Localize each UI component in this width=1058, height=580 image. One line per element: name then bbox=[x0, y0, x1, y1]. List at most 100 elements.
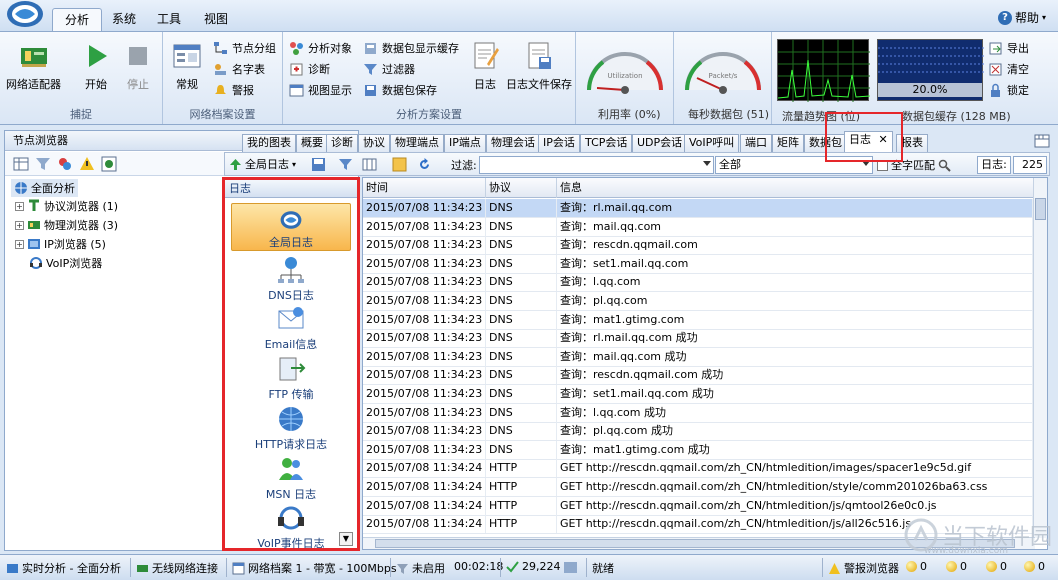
tree-node-protocol-browser[interactable]: + 协议浏览器 (1) bbox=[15, 198, 118, 214]
packet-buffer-icon[interactable] bbox=[563, 560, 578, 575]
column-header-time[interactable]: 时间 bbox=[363, 178, 486, 198]
status-alarm-browser[interactable]: 警报浏览器 bbox=[828, 560, 899, 576]
normal-button[interactable]: 常规 bbox=[171, 40, 203, 92]
tab-udp-sessions[interactable]: UDP会话 bbox=[632, 134, 688, 152]
physical-icon bbox=[28, 221, 40, 229]
log-item-msn[interactable]: MSN 日志 bbox=[231, 454, 351, 502]
cell-info: 查询：mail.qq.com 成功 bbox=[557, 347, 1033, 366]
tab-voip-calls[interactable]: VoIP呼叫 bbox=[684, 134, 740, 152]
save-icon[interactable] bbox=[311, 157, 326, 172]
log-item-http[interactable]: HTTP请求日志 bbox=[231, 404, 351, 452]
filter-input[interactable] bbox=[479, 156, 714, 174]
node-color-icon[interactable] bbox=[57, 156, 73, 172]
packet-display-buffer-button[interactable]: 数据包显示缓存 bbox=[363, 40, 459, 56]
status-filter[interactable]: 未启用 bbox=[396, 560, 445, 576]
table-row[interactable]: 2015/07/08 11:34:23 DNS 查询：mat1.gtimg.com … bbox=[363, 440, 1033, 460]
table-row[interactable]: 2015/07/08 11:34:24 HTTP GET http://rescdn… bbox=[363, 496, 1033, 516]
log-item-dns[interactable]: DNS日志 bbox=[231, 255, 351, 303]
help-button[interactable]: ? 帮助 ▾ bbox=[997, 9, 1046, 26]
table-row[interactable]: 2015/07/08 11:34:23 DNS 查询：mat1.gtimg.com bbox=[363, 310, 1033, 330]
expand-icon[interactable]: + bbox=[15, 220, 24, 230]
stop-button[interactable]: 停止 bbox=[122, 40, 154, 92]
log-item-ftp[interactable]: FTP 传输 bbox=[231, 354, 351, 402]
log-item-global[interactable]: 全局日志 bbox=[231, 203, 351, 251]
table-row[interactable]: 2015/07/08 11:34:23 DNS 查询：pl.qq.com 成功 bbox=[363, 422, 1033, 442]
tree-node-ip-browser[interactable]: + IP浏览器 (5) bbox=[15, 236, 106, 252]
cell-time: 2015/07/08 11:34:23 bbox=[363, 273, 486, 292]
node-group-button[interactable]: 节点分组 bbox=[213, 40, 276, 56]
log-item-voip[interactable]: VoIP事件日志 bbox=[231, 503, 351, 551]
table-row[interactable]: 2015/07/08 11:34:24 HTTP GET http://rescdn… bbox=[363, 478, 1033, 497]
tree-node-full-analysis[interactable]: 全面分析 bbox=[11, 179, 78, 197]
refresh-node-icon[interactable] bbox=[101, 156, 117, 172]
tab-ip-sessions[interactable]: IP会话 bbox=[538, 134, 580, 152]
name-table-button[interactable]: 名字表 bbox=[213, 61, 265, 77]
tab-matrix[interactable]: 矩阵 bbox=[772, 134, 804, 152]
log-button[interactable]: 日志 bbox=[469, 40, 501, 92]
table-row[interactable]: 2015/07/08 11:34:23 DNS 查询：pl.qq.com bbox=[363, 292, 1033, 311]
utilization-dial-text: Utilization bbox=[607, 72, 642, 80]
warning-icon[interactable] bbox=[79, 156, 95, 172]
log-file-save-button[interactable]: 日志文件保存 bbox=[506, 40, 572, 92]
export-log-icon[interactable] bbox=[392, 157, 407, 172]
scroll-down-icon[interactable]: ▼ bbox=[339, 532, 353, 546]
refresh-icon[interactable] bbox=[417, 157, 432, 172]
tree-node-voip-browser[interactable]: VoIP浏览器 bbox=[29, 255, 102, 271]
log-count-label: 日志: bbox=[977, 156, 1011, 174]
diagnose-button[interactable]: 诊断 bbox=[289, 61, 330, 77]
tab-system[interactable]: 系统 bbox=[100, 8, 148, 31]
alarm-button[interactable]: 警报 bbox=[213, 82, 254, 98]
tab-tcp-sessions[interactable]: TCP会话 bbox=[580, 134, 633, 152]
table-view-icon[interactable] bbox=[13, 156, 29, 172]
column-options-icon[interactable] bbox=[362, 157, 377, 172]
tab-summary[interactable]: 概要 bbox=[296, 134, 328, 152]
tab-diagnose[interactable]: 诊断 bbox=[326, 134, 358, 152]
tab-view[interactable]: 视图 bbox=[192, 8, 240, 31]
column-header-protocol[interactable]: 协议 bbox=[486, 178, 557, 198]
network-adapter-button[interactable]: 网络适配器 bbox=[6, 40, 61, 92]
utilization-label: 利用率 (0%) bbox=[598, 108, 661, 121]
table-row[interactable]: 2015/07/08 11:34:23 DNS 查询：rl.mail.qq.com … bbox=[363, 329, 1033, 349]
search-icon[interactable] bbox=[938, 159, 951, 172]
global-log-button[interactable]: 全局日志 ▾ bbox=[229, 156, 296, 172]
tab-physical-sessions[interactable]: 物理会话 bbox=[486, 134, 540, 152]
tab-ip-endpoints[interactable]: IP端点 bbox=[444, 134, 486, 152]
table-row[interactable]: 2015/07/08 11:34:23 DNS 查询：set1.mail.qq.co… bbox=[363, 254, 1033, 274]
expand-icon[interactable]: + bbox=[15, 239, 24, 249]
table-row[interactable]: 2015/07/08 11:34:24 HTTP GET http://rescdn… bbox=[363, 459, 1033, 479]
app-logo-icon[interactable] bbox=[2, 0, 48, 32]
analysis-object-button[interactable]: 分析对象 bbox=[289, 40, 352, 56]
tab-protocol[interactable]: 协议 bbox=[358, 134, 390, 152]
status-profile[interactable]: 网络档案 1 - 带宽 - 100Mbps bbox=[232, 560, 397, 576]
scroll-thumb[interactable] bbox=[1035, 198, 1046, 220]
tab-my-charts[interactable]: 我的图表 bbox=[242, 134, 296, 152]
vertical-scrollbar[interactable] bbox=[1033, 178, 1047, 538]
tab-ports[interactable]: 端口 bbox=[740, 134, 772, 152]
table-row[interactable]: 2015/07/08 11:34:23 DNS 查询：mail.qq.com bbox=[363, 217, 1033, 237]
column-header-info[interactable]: 信息 bbox=[557, 178, 1033, 198]
tree-node-physical-browser[interactable]: + 物理浏览器 (3) bbox=[15, 217, 118, 233]
export-button[interactable]: 导出 bbox=[988, 40, 1029, 56]
expand-icon[interactable]: + bbox=[15, 201, 24, 211]
table-row[interactable]: 2015/07/08 11:34:23 DNS 查询：l.qq.com 成功 bbox=[363, 403, 1033, 423]
filter-toggle-icon[interactable] bbox=[338, 157, 353, 172]
filter-node-icon[interactable] bbox=[35, 156, 51, 172]
table-row[interactable]: 2015/07/08 11:34:23 DNS 查询：rl.mail.qq.com bbox=[363, 199, 1033, 218]
tab-list-icon[interactable] bbox=[1034, 133, 1050, 149]
tab-analysis[interactable]: 分析 bbox=[52, 8, 103, 31]
start-button[interactable]: 开始 bbox=[80, 40, 112, 92]
table-row[interactable]: 2015/07/08 11:34:23 DNS 查询：mail.qq.com 成功 bbox=[363, 347, 1033, 367]
table-row[interactable]: 2015/07/08 11:34:23 DNS 查询：rescdn.qqmail.c… bbox=[363, 236, 1033, 256]
table-row[interactable]: 2015/07/08 11:34:23 DNS 查询：rescdn.qqmail.c… bbox=[363, 366, 1033, 386]
tab-tools[interactable]: 工具 bbox=[145, 8, 193, 31]
filter-button[interactable]: 过滤器 bbox=[363, 61, 415, 77]
table-row[interactable]: 2015/07/08 11:34:23 DNS 查询：set1.mail.qq.co… bbox=[363, 385, 1033, 404]
packet-save-button[interactable]: 数据包保存 bbox=[363, 82, 437, 98]
table-row[interactable]: 2015/07/08 11:34:23 DNS 查询：l.qq.com bbox=[363, 273, 1033, 293]
view-display-button[interactable]: 视图显示 bbox=[289, 82, 352, 98]
lock-button[interactable]: 锁定 bbox=[988, 82, 1029, 98]
help-icon: ? bbox=[997, 10, 1012, 25]
clear-button[interactable]: 清空 bbox=[988, 61, 1029, 77]
log-item-email[interactable]: Email信息 bbox=[231, 304, 351, 352]
tab-physical-endpoints[interactable]: 物理端点 bbox=[390, 134, 444, 152]
